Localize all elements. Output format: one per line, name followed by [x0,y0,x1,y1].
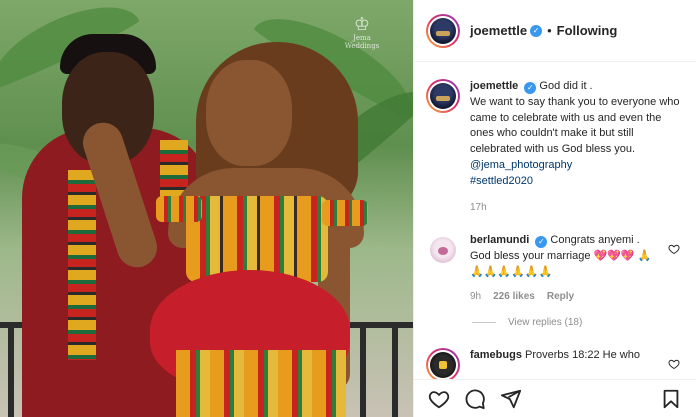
comments-list[interactable]: joemettle ✓ God did it . We want to say … [414,63,696,379]
photographer-watermark: ♔ Jema Weddings [336,14,388,51]
post-photo[interactable]: ♔ Jema Weddings [0,0,413,417]
replies-divider [472,321,496,323]
rail-post [392,322,398,417]
verified-icon: ✓ [524,82,537,94]
comment-text: Proverbs 18:22 He who [525,348,640,361]
avatar[interactable] [426,13,460,48]
kente-dress-bodice [186,196,328,282]
comment-icon[interactable] [464,388,486,410]
kente-sleeve [322,200,368,226]
comment-avatar[interactable] [426,233,460,268]
bookmark-icon[interactable] [660,388,682,410]
profile-picture [430,17,456,44]
comment-item: berlamundi ✓ Congrats anyemi . God bless… [426,233,684,304]
heart-icon[interactable] [668,243,680,255]
mention-link[interactable]: @jema_photography [470,158,684,174]
verified-icon: ✓ [530,24,543,37]
caption-time: 17h [470,201,487,213]
view-replies-label: View replies (18) [508,316,583,328]
verified-icon: ✓ [535,236,548,249]
rail-post [360,322,366,417]
comment-username[interactable]: berlamundi [470,234,529,246]
crown-icon: ♔ [353,14,371,35]
reply-button[interactable]: Reply [547,289,574,305]
kente-trim [68,170,96,360]
view-replies-button[interactable]: View replies (18) [472,317,684,328]
following-button[interactable]: Following [557,23,618,38]
comment-meta: 9h 226 likes Reply [470,289,660,305]
comment-avatar[interactable] [426,347,460,379]
profile-picture [430,351,456,378]
post-header: joemettle ✓ • Following [414,0,696,62]
action-bar [414,379,696,417]
kente-sleeve [156,196,202,222]
post-side-panel: joemettle ✓ • Following joemettle ✓ God … [413,0,696,417]
comment-username[interactable]: famebugs [470,349,522,361]
caption-username[interactable]: joemettle [470,80,518,92]
bride-face [206,60,292,166]
share-icon[interactable] [500,388,522,410]
header-username[interactable]: joemettle [470,23,527,38]
rail-post [8,322,14,417]
comment-item: famebugs Proverbs 18:22 He who [426,347,684,379]
heart-icon[interactable] [428,388,450,410]
heart-icon[interactable] [668,358,680,370]
caption: joemettle ✓ God did it . We want to say … [426,63,684,215]
kente-skirt [176,350,346,417]
watermark-text: Jema Weddings [344,34,380,50]
hashtag-link[interactable]: #settled2020 [470,174,684,190]
profile-picture [430,83,456,109]
comment-time: 9h [470,290,482,302]
separator-dot: • [547,23,552,38]
caption-avatar[interactable] [426,79,460,113]
comment-likes[interactable]: 226 likes [493,289,535,305]
profile-picture [430,237,456,264]
